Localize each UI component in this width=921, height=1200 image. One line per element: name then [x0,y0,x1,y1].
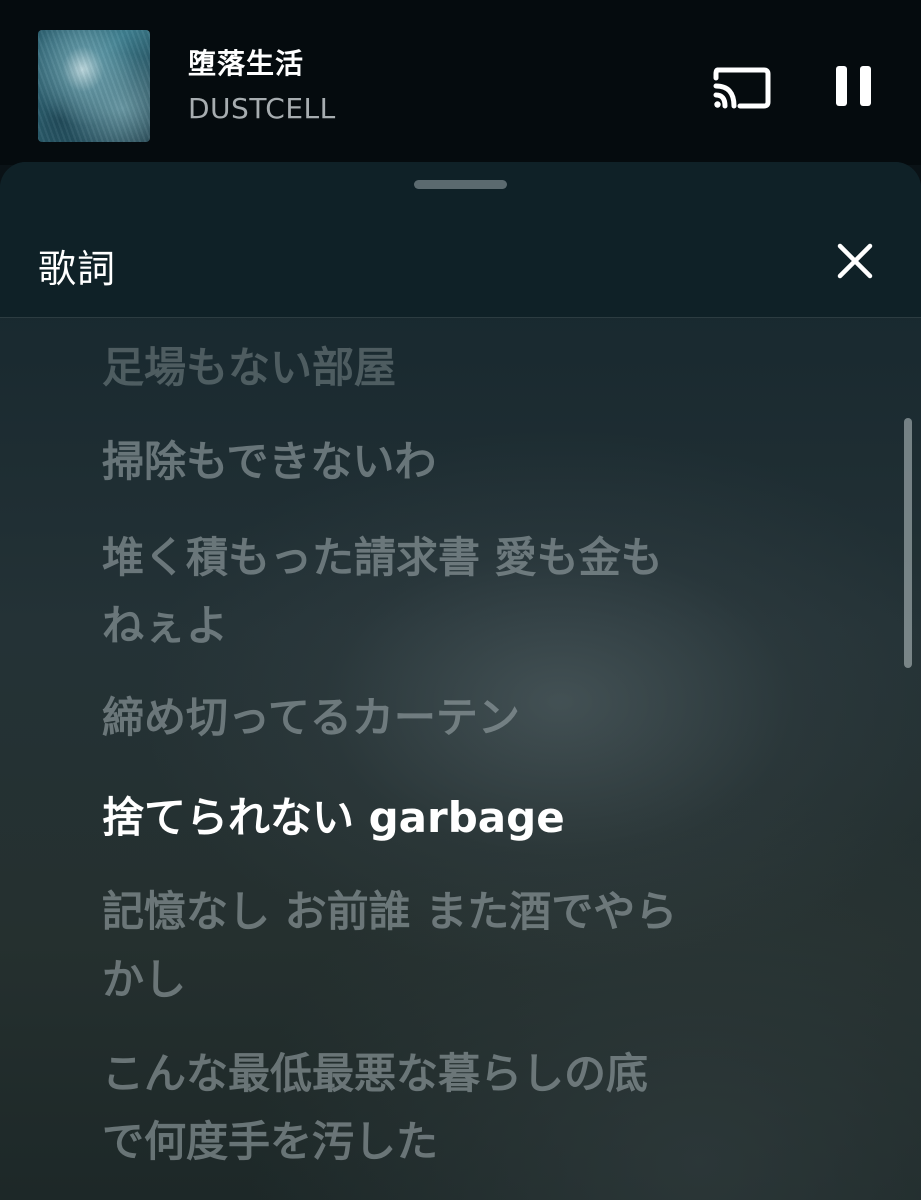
close-icon [837,243,873,279]
lyric-line-active[interactable]: 捨てられない garbage [102,784,822,852]
lyrics-sheet-title: 歌詞 [38,247,117,291]
lyric-line[interactable]: こんな最低最悪な暮らしの底 [102,1040,822,1108]
lyric-line[interactable]: 足場もない部屋 [102,334,822,402]
cast-button[interactable] [712,62,772,112]
scrollbar[interactable] [904,418,912,668]
lyric-line[interactable]: 堆く積もった請求書 愛も金も [102,524,822,592]
lyric-line[interactable]: で何度手を汚した [102,1108,822,1176]
lyric-line[interactable]: ねぇよ [102,592,822,660]
lyrics-sheet-header: 歌詞 [0,162,921,318]
album-art[interactable] [38,30,150,142]
lyric-line[interactable]: かし [102,946,822,1014]
close-button[interactable] [834,240,876,282]
pause-icon [836,66,871,106]
lyrics-sheet: 歌詞 足場もない部屋 掃除もできないわ 堆く積もった請求書 愛も金も ねぇよ 締… [0,162,921,1200]
drag-handle[interactable] [414,180,507,189]
pause-button[interactable] [832,62,878,110]
track-title: 堕落生活 [188,47,305,80]
cast-icon [713,67,771,109]
lyrics-list[interactable]: 足場もない部屋 掃除もできないわ 堆く積もった請求書 愛も金も ねぇよ 締め切っ… [0,318,921,1200]
lyric-line[interactable]: 記憶なし お前誰 また酒でやら [102,878,822,946]
lyric-line[interactable]: 掃除もできないわ [102,428,822,496]
track-artist: DUSTCELL [188,92,336,125]
lyric-line[interactable]: 締め切ってるカーテン [102,684,822,752]
mini-player[interactable]: 堕落生活 DUSTCELL [0,0,921,165]
